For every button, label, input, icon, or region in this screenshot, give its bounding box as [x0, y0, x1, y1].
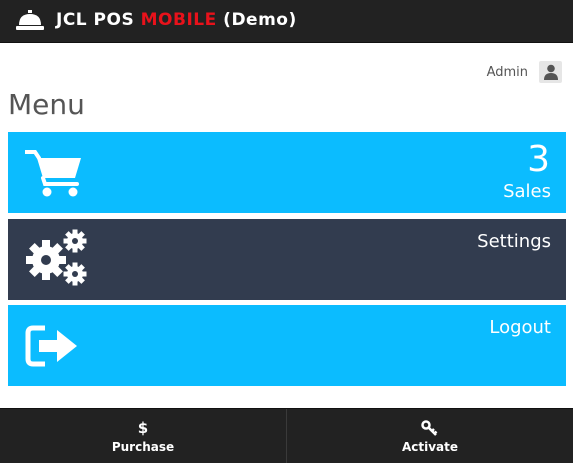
logout-icon [25, 325, 77, 367]
activate-button[interactable]: Activate [286, 409, 573, 463]
activate-label: Activate [401, 440, 459, 454]
bottom-toolbar: $ Purchase Activate [0, 408, 573, 463]
user-icon[interactable] [539, 61, 562, 83]
logout-tile[interactable]: Logout [8, 305, 566, 386]
settings-label: Settings [477, 231, 551, 252]
brand-accent: MOBILE [140, 10, 217, 30]
brand-suffix: (Demo) [216, 10, 297, 30]
top-navbar: JCL POS MOBILE (Demo) [0, 0, 573, 43]
page-title: Menu [8, 88, 85, 121]
gears-icon [26, 229, 87, 286]
key-icon [421, 420, 438, 436]
sales-label: Sales [503, 181, 551, 202]
cart-icon [25, 150, 81, 197]
sales-tile[interactable]: 3 Sales [8, 132, 566, 213]
dollar-icon: $ [137, 419, 149, 437]
settings-tile[interactable]: Settings [8, 219, 566, 300]
purchase-button[interactable]: $ Purchase [0, 409, 286, 463]
sales-count: 3 [527, 139, 550, 180]
service-bell-icon [16, 10, 44, 30]
user-menu[interactable]: Admin [487, 61, 562, 83]
brand-prefix: JCL POS [56, 10, 141, 30]
purchase-label: Purchase [111, 440, 175, 454]
user-name: Admin [486, 64, 528, 80]
logout-label: Logout [489, 317, 551, 338]
app-brand[interactable]: JCL POS MOBILE (Demo) [56, 10, 297, 30]
